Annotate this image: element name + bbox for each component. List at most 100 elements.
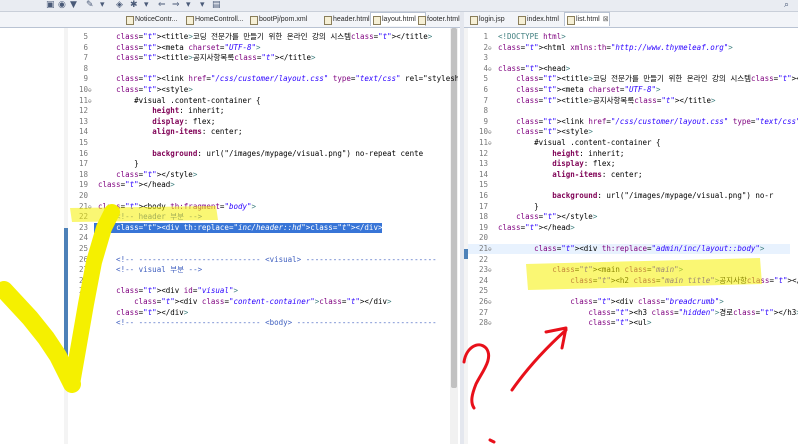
left-code-line[interactable]: 24 <box>68 233 450 243</box>
left-code-line[interactable]: 32 <!-- --------------------------- <bod… <box>68 318 450 328</box>
line-number: 14 <box>478 169 488 179</box>
left-code-line[interactable]: 11⊖ #visual .content-container { <box>68 96 450 106</box>
refresh-icon[interactable]: ✱ <box>130 0 138 10</box>
left-code-line[interactable]: 5 class="t"><title>코딩 전문가를 만들기 위한 온라인 강의… <box>68 32 450 42</box>
history-icon[interactable]: ▾ <box>186 0 191 10</box>
right-code-line[interactable]: 1 <!DOCTYPE html> <box>468 32 790 42</box>
line-number: 26 <box>478 297 488 306</box>
left-code-line[interactable]: 12 height: inherit; <box>68 106 450 116</box>
tab-login-jsp[interactable]: login.jsp <box>468 13 505 26</box>
right-code-line[interactable]: 15 <box>468 180 790 190</box>
left-code-line[interactable]: 27 <!-- visual 부분 --> <box>68 265 450 275</box>
left-code-line[interactable]: 21⊖ class="t"><body th:fragment="body"> <box>68 202 450 212</box>
left-code-line[interactable]: 26 <!-- --------------------------- <vis… <box>68 255 450 265</box>
search-icon[interactable]: ⌕ <box>784 0 789 10</box>
tab-index-html[interactable]: index.html <box>516 13 559 26</box>
left-code-line[interactable]: 19 class="t"></head> <box>68 180 450 190</box>
left-code-line[interactable]: 29⊖ class="t"><div id="visual"> <box>68 286 450 296</box>
left-code-line[interactable]: 18 class="t"></style> <box>68 170 450 180</box>
left-code-line[interactable]: 22 <!-- header 부분 --> <box>68 212 450 222</box>
right-code-line[interactable]: 21⊖ class="t"><div th:replace="admin/inc… <box>468 244 790 254</box>
code-text: class="t"><div class="content-container"… <box>134 297 392 306</box>
left-code-line[interactable]: 17 } <box>68 159 450 169</box>
left-code-line[interactable]: 30 class="t"><div class="content-contain… <box>68 297 450 307</box>
left-code-line[interactable]: 25 <box>68 244 450 254</box>
dropdown-icon[interactable]: ▾ <box>200 0 205 10</box>
line-number: 15 <box>478 180 488 190</box>
left-code-line[interactable]: 6 class="t"><meta charset="UTF-8"> <box>68 43 450 53</box>
right-code-line[interactable]: 4⊖ class="t"><head> <box>468 64 790 74</box>
plugin-icon[interactable]: ▾ <box>144 0 149 10</box>
left-code-editor[interactable]: 5 class="t"><title>코딩 전문가를 만들기 위한 온라인 강의… <box>64 28 458 444</box>
save-icon[interactable]: ◉ <box>58 0 66 10</box>
checkmark-stroke-short <box>0 281 81 393</box>
right-code-line[interactable]: 18 class="t"></style> <box>468 212 790 222</box>
close-icon[interactable]: ⊠ <box>603 16 609 23</box>
tab-footer-html[interactable]: footer.html <box>416 13 460 26</box>
right-code-line[interactable]: 16 background: url("/images/mypage/visua… <box>468 191 790 201</box>
tab-list-html[interactable]: list.html ⊠ <box>564 12 610 26</box>
right-code-line[interactable]: 22 <box>468 255 790 265</box>
run-icon[interactable]: ✎ <box>86 0 94 10</box>
left-code-line[interactable]: 7 class="t"><title>공지사항목록class="t"></tit… <box>68 53 450 63</box>
right-code-line[interactable]: 5 class="t"><title>코딩 전문가를 만들기 위한 온라인 강의… <box>468 74 798 84</box>
code-text: class="t"><ul> <box>588 318 652 328</box>
right-code-line[interactable]: 12 height: inherit; <box>468 149 790 159</box>
right-code-line[interactable]: 27 class="t"><h3 class="hidden">경로class=… <box>468 308 798 318</box>
tab-pom-xml[interactable]: bootPj/pom.xml <box>248 13 307 26</box>
code-text: <!-- header 부분 --> <box>98 212 203 222</box>
terminal-icon[interactable]: ▤ <box>212 0 221 10</box>
right-code-line[interactable]: 14 align-items: center; <box>468 170 790 180</box>
right-code-line[interactable]: 20 <box>468 233 790 243</box>
settings-icon[interactable]: ◈ <box>116 0 123 10</box>
code-text: class="t"><title>공지사항목록class="t"></title… <box>116 53 316 63</box>
build-icon[interactable]: ▼ <box>70 0 77 10</box>
file-icon[interactable]: ▣ <box>46 0 55 10</box>
left-code-line[interactable]: 14 align-items: center; <box>68 127 450 137</box>
tab-home-controller[interactable]: HomeControll... <box>184 13 244 26</box>
right-code-line[interactable]: 17 } <box>468 202 790 212</box>
right-code-line[interactable]: 19 class="t"></head> <box>468 223 790 233</box>
right-code-line[interactable]: 24 class="t"><h2 class="main title">공지사항… <box>468 276 798 286</box>
right-code-line[interactable]: 10⊖ class="t"><style> <box>468 127 790 137</box>
line-number: 28 <box>478 318 488 328</box>
right-code-line[interactable]: 25 <box>468 286 790 296</box>
left-code-line[interactable]: 31 class="t"></div> <box>68 308 450 318</box>
left-code-line[interactable]: 23 class="t"><div th:replace="inc/header… <box>68 222 450 233</box>
code-text: class="t"><div th:replace="inc/header::h… <box>94 222 383 233</box>
right-code-line[interactable]: 11⊖ #visual .content-container { <box>468 138 790 148</box>
left-code-line[interactable]: 15 <box>68 138 450 148</box>
right-code-line[interactable]: 2⊖ class="t"><html xmlns:th="http://www.t… <box>468 43 790 53</box>
right-code-line[interactable]: 23⊖ class="t"><main class="main"> <box>468 265 790 275</box>
right-code-line[interactable]: 26⊖ class="t"><div class="breadcrumb"> <box>468 297 790 307</box>
code-text: class="t"></div> <box>116 307 189 317</box>
right-code-line[interactable]: 13 display: flex; <box>468 159 790 169</box>
debug-icon[interactable]: ▾ <box>100 0 105 10</box>
right-code-line[interactable]: 3 <box>468 53 790 63</box>
right-code-line[interactable]: 7 class="t"><title>공지사항목록class="t"></tit… <box>468 96 790 106</box>
code-text: class="t"><meta charset="UTF-8"> <box>516 85 661 94</box>
tab-header-html[interactable]: header.html <box>322 13 370 26</box>
left-code-line[interactable]: 13 display: flex; <box>68 117 450 127</box>
right-code-line[interactable]: 28⊖ class="t"><ul> <box>468 318 790 328</box>
left-code-line[interactable]: 28 <box>68 276 450 286</box>
tab-notice-controller[interactable]: NoticeContr... <box>124 13 177 26</box>
left-code-line[interactable]: 20 <box>68 191 450 201</box>
nav-back-icon[interactable]: ⇐ <box>158 0 166 10</box>
left-code-line[interactable]: 10⊖ class="t"><style> <box>68 85 450 95</box>
code-text: class="t"></head> <box>498 222 575 232</box>
right-code-line[interactable]: 8 <box>468 106 790 116</box>
code-text: class="t"><title>코딩 전문가를 만들기 위한 온라인 강의 시… <box>116 32 433 41</box>
left-code-line[interactable]: 8 <box>68 64 450 74</box>
right-code-line[interactable]: 9 class="t"><link href="/css/customer/la… <box>468 117 798 127</box>
right-code-editor[interactable]: 1 <!DOCTYPE html> 2⊖ class="t"><html xmlns:… <box>464 28 798 444</box>
nav-forward-icon[interactable]: ⇒ <box>172 0 180 10</box>
code-text: class="t"><title>공지사항목록class="t"></title… <box>516 95 716 105</box>
left-code-line[interactable]: 16 background: url("/images/mypage/visua… <box>68 149 450 159</box>
line-number: 10 <box>478 127 488 137</box>
left-vertical-scrollbar[interactable] <box>450 28 458 444</box>
code-text: #visual .content-container { <box>98 95 261 105</box>
left-code-line[interactable]: 9 class="t"><link href="/css/customer/la… <box>68 74 458 84</box>
right-code-line[interactable]: 6 class="t"><meta charset="UTF-8"> <box>468 85 790 95</box>
code-text: } <box>98 159 139 169</box>
